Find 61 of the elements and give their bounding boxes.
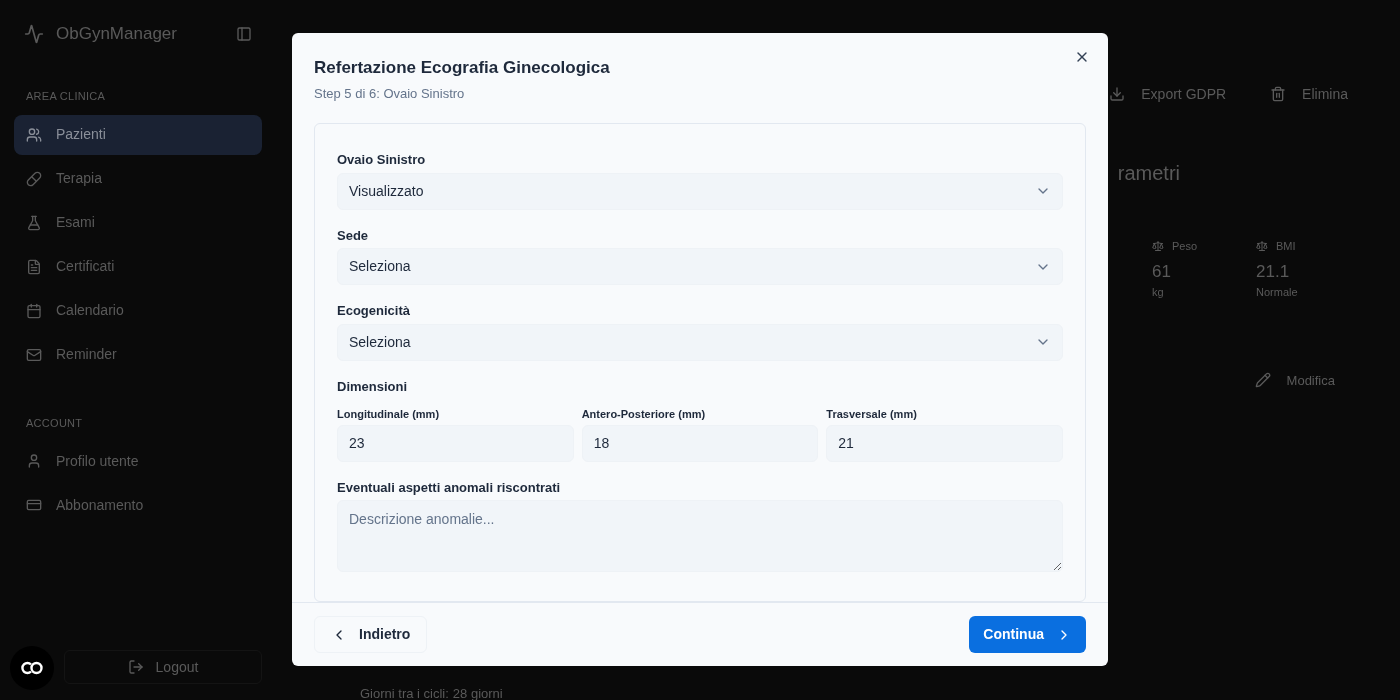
header-action-button[interactable]: Elimina bbox=[1258, 78, 1360, 110]
loop-icon bbox=[20, 661, 44, 675]
card-icon bbox=[26, 497, 42, 513]
input-label: Antero-Posteriore (mm) bbox=[581, 407, 707, 422]
document-icon bbox=[26, 258, 42, 275]
sidebar-item[interactable]: Certificati bbox=[14, 246, 262, 287]
section-heading: rametri bbox=[1117, 161, 1180, 186]
stat-note: Normale bbox=[1256, 285, 1299, 300]
logout-icon bbox=[127, 659, 144, 675]
pencil-icon bbox=[1254, 372, 1271, 389]
people-icon bbox=[26, 126, 42, 143]
sidebar-item[interactable]: Terapia bbox=[14, 158, 262, 199]
flask-icon bbox=[26, 214, 42, 231]
field-label: Ovaio Sinistro bbox=[337, 151, 427, 169]
sidebar-item[interactable]: Profilo utente bbox=[14, 441, 262, 481]
input-label: Trasversale (mm) bbox=[826, 407, 918, 422]
back-button[interactable]: Indietro bbox=[314, 616, 428, 653]
sidebar-item[interactable]: Calendario bbox=[14, 290, 262, 331]
pill-icon bbox=[26, 170, 42, 187]
stat-icon bbox=[1152, 240, 1164, 253]
section-title: ACCOUNT bbox=[25, 415, 84, 431]
textarea-field[interactable]: Descrizione anomalie... bbox=[337, 500, 1063, 572]
field-label: Ecogenicità bbox=[337, 302, 411, 320]
input-field[interactable]: 21 bbox=[826, 424, 1063, 462]
logo-icon bbox=[24, 24, 44, 44]
sidebar-item[interactable]: Esami bbox=[14, 202, 262, 243]
select-field[interactable]: Seleziona bbox=[337, 248, 1063, 285]
stat-icon bbox=[1256, 240, 1268, 253]
cycle-label: Giorni tra i cicli: bbox=[360, 685, 449, 700]
cycle-value: 28 giorni bbox=[452, 685, 503, 700]
continue-button[interactable]: Continua bbox=[969, 616, 1086, 653]
stat-value: 21.1 bbox=[1256, 260, 1291, 283]
trash-icon bbox=[1270, 86, 1287, 102]
mail-icon bbox=[26, 346, 42, 363]
user-icon bbox=[26, 453, 42, 469]
edit-button[interactable]: Modifica bbox=[1254, 370, 1335, 390]
chat-widget-button[interactable] bbox=[10, 646, 54, 690]
input-label: Longitudinale (mm) bbox=[337, 407, 441, 422]
dialog-subtitle: Step 5 di 6: Ovaio Sinistro bbox=[314, 84, 466, 103]
section-title: AREA CLINICA bbox=[25, 89, 107, 104]
sidebar-item[interactable]: Pazienti bbox=[14, 114, 262, 155]
input-field[interactable]: 23 bbox=[337, 424, 574, 462]
stat-value: 61 bbox=[1152, 260, 1172, 283]
header-action-button[interactable]: Export GDPR bbox=[1097, 78, 1239, 110]
sidebar-item[interactable]: Reminder bbox=[14, 334, 262, 375]
brand-name: ObGynManager bbox=[56, 23, 178, 46]
panel-icon[interactable] bbox=[236, 26, 252, 42]
stat-label: BMI bbox=[1276, 239, 1296, 254]
logout-button[interactable]: Logout bbox=[64, 650, 262, 684]
stat-note: kg bbox=[1152, 285, 1165, 300]
field-label: Sede bbox=[337, 226, 370, 245]
input-field[interactable]: 18 bbox=[581, 424, 819, 462]
sidebar-item[interactable]: Abbonamento bbox=[14, 485, 262, 525]
select-field[interactable]: Visualizzato bbox=[337, 172, 1063, 210]
download-icon bbox=[1109, 86, 1126, 102]
dialog-title: Refertazione Ecografia Ginecologica bbox=[314, 57, 611, 79]
stat-label: Peso bbox=[1172, 239, 1198, 254]
calendar-icon bbox=[26, 302, 42, 319]
field-label: Eventuali aspetti anomali riscontrati bbox=[337, 478, 562, 497]
select-field[interactable]: Seleziona bbox=[337, 323, 1063, 361]
field-label: Dimensioni bbox=[337, 377, 409, 396]
